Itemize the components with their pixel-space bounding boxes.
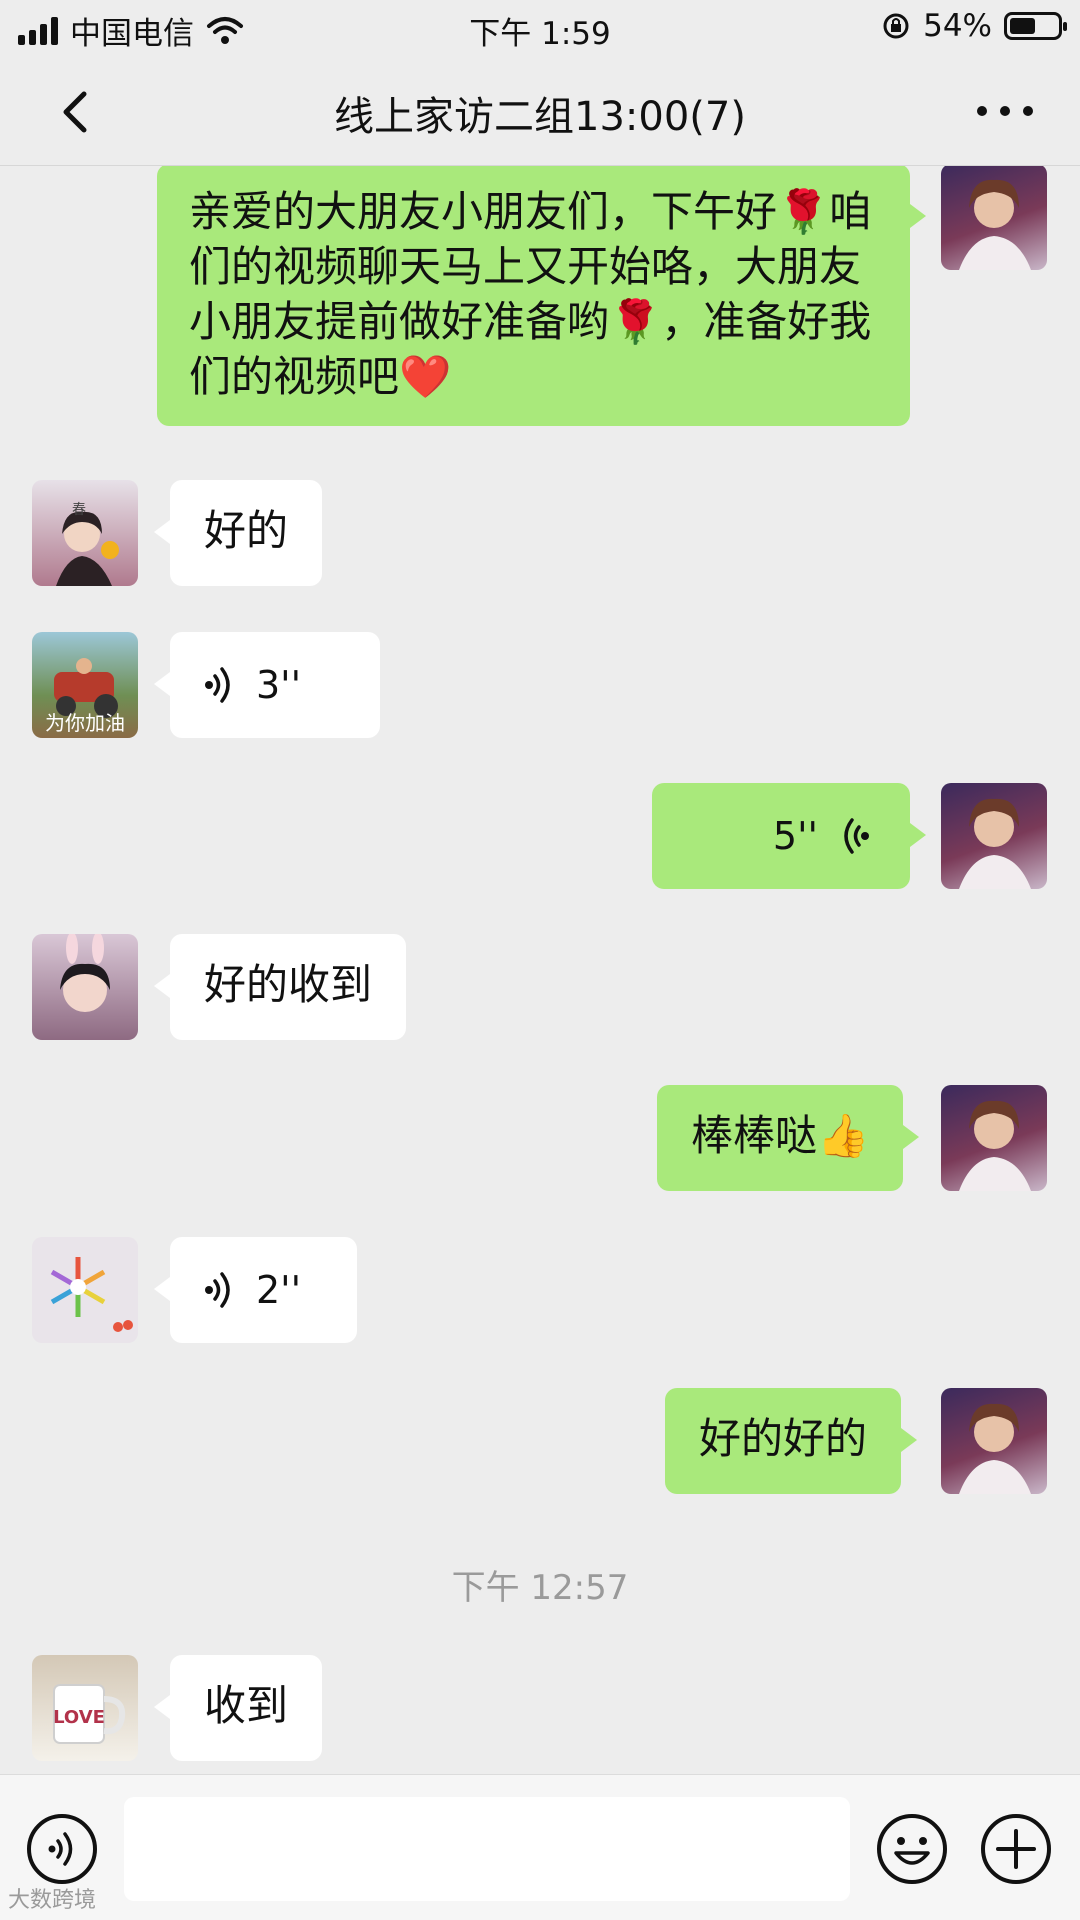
message-bubble-received[interactable]: 收到: [153, 1655, 323, 1761]
avatar[interactable]: 为你加油: [32, 632, 138, 738]
voice-duration: 5'': [772, 814, 818, 858]
avatar[interactable]: LOVE: [32, 1655, 138, 1761]
chat-header: 线上家访二组13:00(7): [0, 56, 1080, 166]
avatar[interactable]: [941, 783, 1047, 889]
avatar[interactable]: [941, 1085, 1047, 1191]
voice-wave-icon: [205, 1272, 230, 1308]
voice-message-sent[interactable]: 5'': [652, 783, 926, 889]
message-text: 收到: [204, 1681, 289, 1730]
chat-title: 线上家访二组13:00(7): [334, 94, 746, 140]
message-bubble-received[interactable]: 好的: [153, 480, 323, 586]
more-dots-icon[interactable]: [970, 96, 1040, 126]
voice-wave-icon: [205, 667, 230, 703]
avatar[interactable]: 春: [32, 480, 138, 586]
rotation-lock-icon: [883, 13, 909, 39]
avatar[interactable]: [32, 934, 138, 1040]
message-bubble-sent[interactable]: 亲爱的大朋友小朋友们，下午好🌹咱们的视频聊天马上又开始咯，大朋友小朋友提前做好准…: [157, 166, 926, 426]
message-bubble-sent[interactable]: 棒棒哒👍: [657, 1085, 920, 1191]
message-bubble-received[interactable]: 好的收到: [153, 934, 407, 1040]
watermark: 大数跨境: [8, 1888, 97, 1913]
message-bubble-sent[interactable]: 好的好的: [665, 1388, 918, 1494]
battery-icon: [1004, 12, 1067, 40]
voice-wave-icon: [844, 818, 869, 854]
avatar[interactable]: [941, 1388, 1047, 1494]
avatar-caption: LOVE: [53, 1707, 105, 1728]
battery-percent: 54%: [923, 8, 992, 44]
status-bar: 中国电信 下午 1:59 54%: [0, 0, 1080, 56]
message-text: 亲爱的大朋友小朋友们，下午好🌹咱们的视频聊天马上又开始咯，大朋友小朋友提前做好准…: [189, 187, 872, 401]
message-input[interactable]: [124, 1797, 850, 1901]
avatar-caption: 春: [72, 502, 86, 518]
voice-message-received[interactable]: 3'': [154, 632, 380, 738]
voice-duration: 3'': [256, 663, 302, 707]
voice-message-received[interactable]: 2'': [154, 1237, 357, 1343]
message-text: 棒棒哒👍: [691, 1111, 870, 1160]
avatar[interactable]: [32, 1237, 138, 1343]
plus-icon[interactable]: [978, 1811, 1054, 1887]
message-list[interactable]: 亲爱的大朋友小朋友们，下午好🌹咱们的视频聊天马上又开始咯，大朋友小朋友提前做好准…: [0, 166, 1080, 1774]
message-text: 好的: [204, 506, 289, 555]
message-timestamp: 下午 12:57: [451, 1568, 629, 1608]
input-bar: 大数跨境: [0, 1774, 1080, 1920]
emoji-icon[interactable]: [874, 1811, 950, 1887]
voice-input-icon[interactable]: [24, 1811, 100, 1887]
message-text: 好的收到: [204, 960, 373, 1009]
voice-duration: 2'': [256, 1268, 302, 1312]
avatar-caption: 为你加油: [45, 711, 125, 735]
message-text: 好的好的: [699, 1414, 868, 1463]
avatar[interactable]: [941, 166, 1047, 270]
